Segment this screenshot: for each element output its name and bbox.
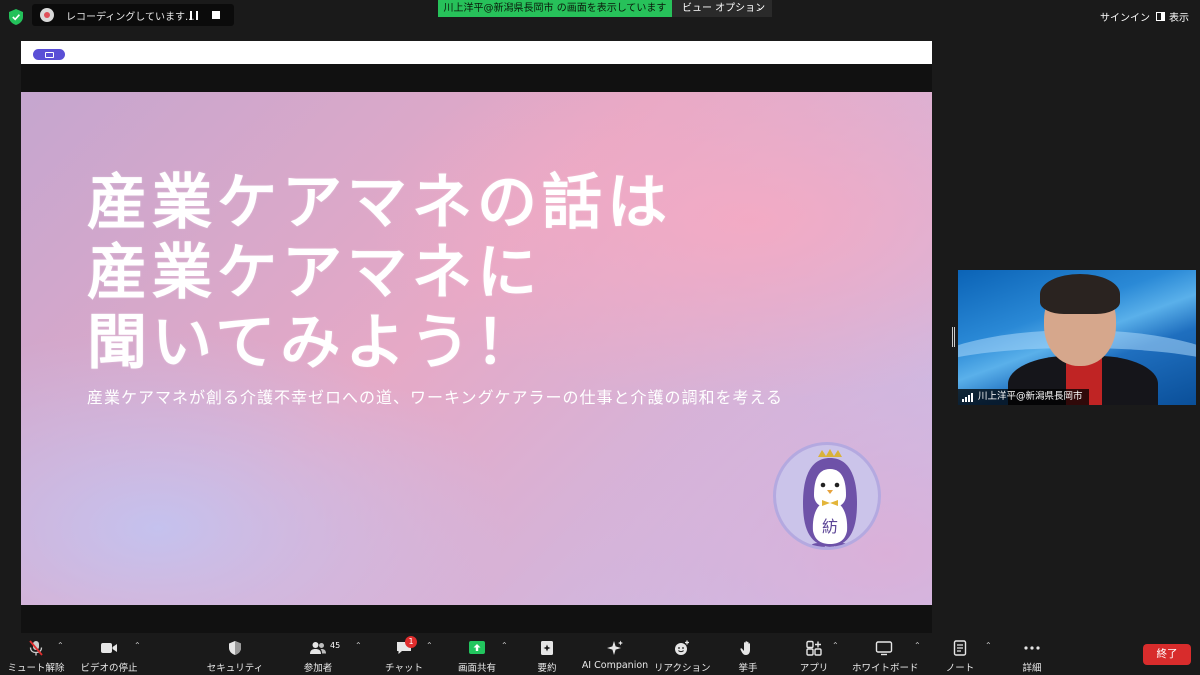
chevron-up-icon[interactable]: ⌃ <box>426 641 433 650</box>
participants-label: 参加者 <box>303 663 333 674</box>
chevron-up-icon[interactable]: ⌃ <box>134 641 141 650</box>
share-screen-icon <box>469 641 485 654</box>
recording-indicator: レコーディングしています... <box>32 4 234 26</box>
participant-video[interactable]: 川上洋平@新潟県長岡市 <box>958 270 1196 405</box>
chat-label: チャット <box>385 663 423 674</box>
shield-icon <box>229 641 241 655</box>
sign-in-button[interactable]: サインイン <box>1100 9 1150 24</box>
signal-strength-icon <box>962 392 974 402</box>
participant-hair <box>1040 274 1120 314</box>
slide-title-line: 聞いてみよう！ <box>87 308 541 378</box>
ai-companion-label: AI Companion <box>581 660 649 671</box>
summary-label: 要約 <box>537 663 557 674</box>
microphone-muted-icon <box>29 640 43 656</box>
chevron-up-icon[interactable]: ⌃ <box>914 641 921 650</box>
chevron-up-icon[interactable]: ⌃ <box>501 641 508 650</box>
chevron-up-icon[interactable]: ⌃ <box>832 641 839 650</box>
whiteboard-icon <box>875 641 893 656</box>
shared-window-header <box>21 41 932 64</box>
ai-companion-button[interactable]: AI Companion <box>580 635 650 675</box>
recording-status: レコーディングしています... <box>66 11 195 23</box>
reactions-button[interactable]: リアクション <box>654 635 711 675</box>
sparkle-icon <box>607 640 623 655</box>
letterbox-top <box>21 64 932 92</box>
notes-icon <box>953 640 967 656</box>
slide-title-line: 産業ケアマネに <box>87 238 542 308</box>
share-screen-label: 画面共有 <box>457 663 496 674</box>
slide-title-line: 産業ケアマネの話は <box>87 168 672 238</box>
emoji-plus-icon <box>675 640 689 655</box>
stop-video-label: ビデオの停止 <box>80 663 138 674</box>
mascot-label: 紡 <box>821 517 838 536</box>
chat-button[interactable]: チャット <box>378 635 430 675</box>
more-label: 詳細 <box>1022 663 1042 674</box>
share-screen-button[interactable]: 画面共有 <box>450 635 504 675</box>
whiteboard-button[interactable]: ホワイトボード <box>852 635 919 675</box>
meeting-toolbar: ミュート解除 ⌃ ビデオの停止 ⌃ セキュリティ 参加者 45 ⌃ チャット 1… <box>0 635 1200 675</box>
chat-unread-badge: 1 <box>405 636 417 648</box>
chevron-down-icon: ⌄ <box>756 3 764 13</box>
apps-button[interactable]: アプリ <box>796 635 832 675</box>
screen-share-banner: 川上洋平@新潟県長岡市 の画面を表示しています <box>438 0 672 17</box>
raise-hand-button[interactable]: 挙手 <box>730 635 766 675</box>
stop-video-button[interactable]: ビデオの停止 <box>78 635 140 675</box>
layout-icon <box>1156 12 1165 21</box>
end-meeting-button[interactable]: 終了 <box>1143 644 1191 665</box>
display-label: 表示 <box>1169 13 1189 24</box>
letterbox-bottom <box>21 605 932 633</box>
more-button[interactable]: 詳細 <box>1014 635 1050 675</box>
security-button[interactable]: セキュリティ <box>206 635 264 675</box>
notes-button[interactable]: ノート <box>942 635 978 675</box>
chevron-up-icon[interactable]: ⌃ <box>57 641 64 650</box>
apps-label: アプリ <box>799 663 829 674</box>
participants-count: 45 <box>330 641 341 650</box>
hand-icon <box>740 641 750 655</box>
more-dots-icon <box>1024 646 1040 650</box>
shield-check-icon[interactable] <box>9 9 23 25</box>
resize-handle[interactable] <box>952 327 955 347</box>
pause-recording-button[interactable] <box>190 10 198 20</box>
reactions-label: リアクション <box>654 663 711 674</box>
participant-name-tag: 川上洋平@新潟県長岡市 <box>958 389 1089 405</box>
security-label: セキュリティ <box>206 663 264 674</box>
stop-recording-button[interactable] <box>212 11 220 19</box>
slide-subtitle: 産業ケアマネが創る介護不幸ゼロへの道、ワーキングケアラーの仕事と介護の調和を考え… <box>87 388 784 407</box>
unmute-label: ミュート解除 <box>7 663 65 674</box>
summary-document-icon <box>541 641 553 655</box>
apps-icon <box>806 640 822 656</box>
cloud-recording-icon <box>40 8 54 22</box>
chevron-up-icon[interactable]: ⌃ <box>355 641 362 650</box>
chevron-up-icon[interactable]: ⌃ <box>985 641 992 650</box>
view-options-button[interactable]: ビュー オプション ⌄ <box>672 0 772 17</box>
screen-share-icon[interactable] <box>33 49 65 60</box>
whiteboard-label: ホワイトボード <box>852 663 919 674</box>
zoom-window: レコーディングしています... 川上洋平@新潟県長岡市 の画面を表示しています … <box>0 0 1200 675</box>
penguin-mascot-logo: 紡 <box>773 442 881 550</box>
video-camera-icon <box>101 643 117 653</box>
notes-label: ノート <box>945 663 975 674</box>
summary-button[interactable]: 要約 <box>528 635 566 675</box>
view-options-label: ビュー オプション <box>682 3 766 14</box>
raise-hand-label: 挙手 <box>738 663 758 674</box>
slide-title: 産業ケアマネの話は 産業ケアマネに 聞いてみよう！ <box>87 168 672 378</box>
participant-name: 川上洋平@新潟県長岡市 <box>978 391 1083 402</box>
participants-icon <box>310 642 326 654</box>
presentation-slide: 産業ケアマネの話は 産業ケアマネに 聞いてみよう！ 産業ケアマネが創る介護不幸ゼ… <box>21 92 932 605</box>
display-button[interactable]: 表示 <box>1156 9 1189 24</box>
